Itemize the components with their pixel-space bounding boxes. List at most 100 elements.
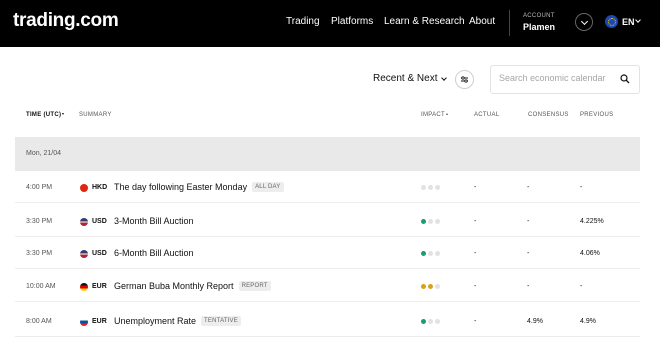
table-row[interactable]: 4:00 PM HKD The day following Easter Mon… bbox=[15, 171, 640, 203]
date-label: Mon, 21/04 bbox=[26, 150, 62, 157]
event-tag: ALL DAY bbox=[252, 182, 284, 192]
event-title[interactable]: 6-Month Bill Auction bbox=[114, 248, 194, 258]
impact-dot bbox=[421, 284, 426, 289]
event-currency: USD bbox=[92, 218, 107, 225]
event-title-wrap: 6-Month Bill Auction bbox=[114, 248, 194, 258]
language-selector[interactable]: EN bbox=[622, 17, 635, 27]
impact-dot bbox=[435, 284, 440, 289]
event-time: 3:30 PM bbox=[26, 250, 53, 257]
table-row[interactable]: 10:00 AM EUR German Buba Monthly Report … bbox=[15, 270, 640, 302]
search-input[interactable] bbox=[499, 73, 611, 83]
chevron-down-icon bbox=[441, 74, 448, 81]
nav-learn-research[interactable]: Learn & Research bbox=[384, 16, 465, 27]
nav-trading[interactable]: Trading bbox=[286, 16, 320, 27]
filter-button[interactable] bbox=[455, 70, 474, 89]
event-previous: - bbox=[580, 184, 583, 191]
nav-platforms[interactable]: Platforms bbox=[331, 16, 373, 27]
nav-about[interactable]: About bbox=[469, 16, 495, 27]
chevron-down-icon bbox=[580, 17, 588, 25]
event-actual: - bbox=[474, 318, 477, 325]
hong-kong-flag-icon bbox=[80, 184, 88, 192]
event-actual: - bbox=[474, 283, 477, 290]
account-name[interactable]: Plamen bbox=[523, 22, 555, 32]
impact-indicator bbox=[421, 284, 440, 289]
impact-indicator bbox=[421, 251, 440, 256]
impact-dot bbox=[435, 185, 440, 190]
slovakia-flag-icon bbox=[80, 318, 88, 326]
column-header-actual: ACTUAL bbox=[474, 112, 500, 118]
event-actual: - bbox=[474, 184, 477, 191]
event-title[interactable]: Unemployment Rate bbox=[114, 316, 196, 326]
table-row[interactable]: 8:00 AM EUR Unemployment Rate TENTATIVE … bbox=[15, 305, 640, 337]
event-previous: 4.06% bbox=[580, 250, 600, 257]
event-actual: - bbox=[474, 250, 477, 257]
column-header-consensus: CONSENSUS bbox=[528, 112, 569, 118]
header-divider bbox=[509, 10, 510, 36]
search-box bbox=[490, 65, 640, 94]
event-previous: 4.225% bbox=[580, 218, 604, 225]
event-tag: REPORT bbox=[238, 281, 271, 291]
impact-indicator bbox=[421, 319, 440, 324]
germany-flag-icon bbox=[80, 283, 88, 291]
impact-dot bbox=[428, 185, 433, 190]
filter-sliders-icon bbox=[461, 76, 468, 83]
event-time: 3:30 PM bbox=[26, 218, 53, 225]
event-title[interactable]: 3-Month Bill Auction bbox=[114, 216, 194, 226]
event-title[interactable]: The day following Easter Monday bbox=[114, 182, 247, 192]
event-consensus: 4.9% bbox=[527, 318, 543, 325]
account-label: ACCOUNT bbox=[523, 13, 555, 19]
recent-next-dropdown[interactable]: Recent & Next bbox=[373, 73, 448, 84]
impact-dot bbox=[421, 185, 426, 190]
column-header-summary: SUMMARY bbox=[79, 112, 112, 118]
sort-desc-icon bbox=[62, 113, 65, 116]
event-currency: USD bbox=[92, 250, 107, 257]
eu-flag-icon[interactable] bbox=[605, 15, 618, 28]
impact-dot bbox=[428, 319, 433, 324]
event-title-wrap: German Buba Monthly Report REPORT bbox=[114, 281, 271, 291]
impact-indicator bbox=[421, 185, 440, 190]
event-tag: TENTATIVE bbox=[201, 316, 241, 326]
impact-dot bbox=[435, 219, 440, 224]
event-consensus: - bbox=[527, 184, 530, 191]
column-header-previous: PREVIOUS bbox=[580, 112, 614, 118]
event-currency: EUR bbox=[92, 318, 107, 325]
impact-dot bbox=[428, 251, 433, 256]
impact-dot bbox=[421, 219, 426, 224]
event-time: 10:00 AM bbox=[26, 283, 56, 290]
event-time: 4:00 PM bbox=[26, 184, 53, 191]
event-previous: 4.9% bbox=[580, 318, 596, 325]
column-header-impact[interactable]: IMPACT bbox=[421, 112, 449, 118]
event-time: 8:00 AM bbox=[26, 318, 52, 325]
event-currency: EUR bbox=[92, 283, 107, 290]
event-title-wrap: The day following Easter Monday ALL DAY bbox=[114, 182, 284, 192]
top-navigation-bar: trading.com Trading Platforms Learn & Re… bbox=[0, 0, 660, 47]
sort-asc-icon bbox=[446, 113, 449, 116]
account-menu-button[interactable] bbox=[575, 13, 593, 31]
us-flag-icon bbox=[80, 250, 88, 258]
impact-dot bbox=[435, 251, 440, 256]
impact-dot bbox=[428, 284, 433, 289]
impact-dot bbox=[421, 251, 426, 256]
event-consensus: - bbox=[527, 283, 530, 290]
table-row[interactable]: 3:30 PM USD 6-Month Bill Auction - - 4.0… bbox=[15, 237, 640, 269]
impact-dot bbox=[421, 319, 426, 324]
impact-dot bbox=[435, 319, 440, 324]
event-title-wrap: 3-Month Bill Auction bbox=[114, 216, 194, 226]
date-group-header: Mon, 21/04 bbox=[15, 137, 640, 171]
event-actual: - bbox=[474, 218, 477, 225]
chevron-down-icon bbox=[635, 17, 641, 23]
column-header-time[interactable]: TIME (UTC) bbox=[26, 112, 65, 118]
recent-next-label: Recent & Next bbox=[373, 73, 438, 84]
event-currency: HKD bbox=[92, 184, 108, 191]
event-previous: - bbox=[580, 283, 583, 290]
search-icon[interactable] bbox=[620, 74, 630, 84]
site-logo[interactable]: trading.com bbox=[13, 10, 119, 32]
impact-indicator bbox=[421, 219, 440, 224]
event-consensus: - bbox=[527, 218, 530, 225]
us-flag-icon bbox=[80, 218, 88, 226]
table-row[interactable]: 3:30 PM USD 3-Month Bill Auction - - 4.2… bbox=[15, 205, 640, 237]
event-title[interactable]: German Buba Monthly Report bbox=[114, 281, 234, 291]
impact-dot bbox=[428, 219, 433, 224]
event-title-wrap: Unemployment Rate TENTATIVE bbox=[114, 316, 241, 326]
event-consensus: - bbox=[527, 250, 530, 257]
